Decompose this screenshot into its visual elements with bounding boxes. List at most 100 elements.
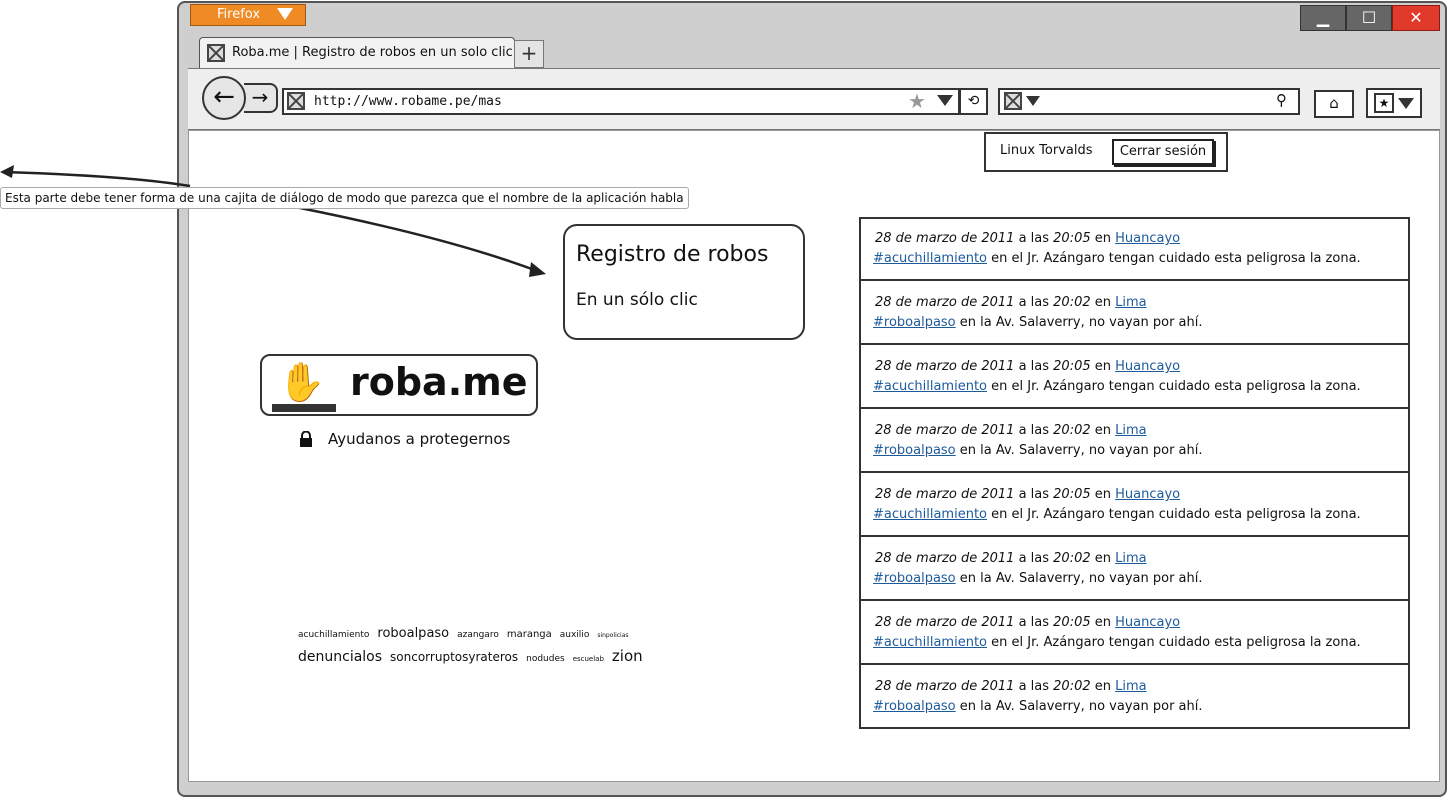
feed-item-time: 20:05	[1053, 487, 1091, 502]
feed-item: 28 de marzo de 2011 a las 20:02 en Lima #…	[861, 667, 1408, 729]
feed-item-sep: a las	[1018, 615, 1050, 630]
feed-item: 28 de marzo de 2011 a las 20:02 en Lima #…	[861, 411, 1408, 473]
home-button[interactable]: ⌂	[1314, 90, 1354, 118]
feed-item-text: en la Av. Salaverry, no vayan por ahí.	[959, 571, 1203, 586]
feed-item-place-link[interactable]: Lima	[1115, 551, 1146, 566]
feed-item-text: en la Av. Salaverry, no vayan por ahí.	[959, 315, 1203, 330]
app-tagline: Ayudanos a protegernos	[328, 430, 511, 448]
feed-item-date: 28 de marzo de 2011	[875, 359, 1015, 374]
feed-item-place-link[interactable]: Lima	[1115, 679, 1146, 694]
feed-item-tag-link[interactable]: #acuchillamiento	[873, 635, 987, 650]
tag-cloud-item[interactable]: maranga	[507, 625, 552, 645]
logo-base-bar	[272, 404, 336, 412]
logout-button[interactable]: Cerrar sesión	[1112, 139, 1214, 165]
feed-item-place-link[interactable]: Lima	[1115, 295, 1146, 310]
feed-item-meta: 28 de marzo de 2011 a las 20:02 en Lima	[875, 423, 1147, 438]
dropdown-arrow-icon	[277, 8, 293, 20]
incident-feed: 28 de marzo de 2011 a las 20:05 en Huanc…	[859, 217, 1410, 729]
feed-item-sep: a las	[1018, 551, 1050, 566]
feed-item-tag-link[interactable]: #acuchillamiento	[873, 251, 987, 266]
feed-item-date: 28 de marzo de 2011	[875, 615, 1015, 630]
feed-item: 28 de marzo de 2011 a las 20:05 en Huanc…	[861, 219, 1408, 281]
feed-item-sep: a las	[1018, 359, 1050, 374]
app-name: roba.me	[350, 360, 528, 404]
tag-cloud-item[interactable]: denuncialos	[298, 647, 382, 667]
feed-item-text: en la Av. Salaverry, no vayan por ahí.	[959, 443, 1203, 458]
feed-item: 28 de marzo de 2011 a las 20:05 en Huanc…	[861, 603, 1408, 665]
feed-item-meta: 28 de marzo de 2011 a las 20:05 en Huanc…	[875, 231, 1180, 246]
feed-item-tag-link[interactable]: #roboalpaso	[873, 443, 956, 458]
tag-cloud-item[interactable]: acuchillamiento	[298, 625, 369, 645]
feed-item-place-link[interactable]: Huancayo	[1115, 359, 1180, 374]
bookmark-star-icon[interactable]: ★	[908, 89, 926, 113]
tag-cloud-item[interactable]: escuelab	[573, 649, 604, 669]
feed-item-time: 20:02	[1053, 295, 1091, 310]
feed-item-meta: 28 de marzo de 2011 a las 20:02 en Lima	[875, 551, 1147, 566]
feed-item-place-link[interactable]: Huancayo	[1115, 487, 1180, 502]
feed-item-date: 28 de marzo de 2011	[875, 295, 1015, 310]
feed-item-tag-link[interactable]: #acuchillamiento	[873, 507, 987, 522]
history-dropdown-icon[interactable]	[937, 95, 953, 106]
back-button[interactable]: ←	[202, 76, 246, 120]
tag-cloud-item[interactable]: sinpolicias	[597, 626, 628, 646]
feed-item-meta: 28 de marzo de 2011 a las 20:05 en Huanc…	[875, 487, 1180, 502]
feed-item-tag-link[interactable]: #roboalpaso	[873, 571, 956, 586]
feed-item-body: #roboalpaso en la Av. Salaverry, no vaya…	[873, 571, 1203, 586]
close-window-button[interactable]: ✕	[1392, 5, 1440, 31]
feed-item-time: 20:05	[1053, 231, 1091, 246]
tag-cloud: acuchillamiento roboalpaso azangaro maranga…	[298, 622, 728, 669]
feed-item-sep: a las	[1018, 231, 1050, 246]
feed-item-time: 20:05	[1053, 359, 1091, 374]
tag-cloud-item[interactable]: auxilio	[560, 625, 590, 645]
feed-item-body: #acuchillamiento en el Jr. Azángaro teng…	[873, 635, 1361, 650]
feed-item-tag-link[interactable]: #roboalpaso	[873, 315, 956, 330]
new-tab-button[interactable]: +	[514, 40, 544, 68]
maximize-button[interactable]: ☐	[1346, 5, 1392, 31]
firefox-menu-button[interactable]: Firefox	[190, 4, 306, 26]
tag-cloud-item[interactable]: azangaro	[457, 625, 499, 645]
feed-item-sep: a las	[1018, 423, 1050, 438]
feed-item-text: en el Jr. Azángaro tengan cuidado esta p…	[991, 507, 1361, 522]
feed-item-place-link[interactable]: Huancayo	[1115, 615, 1180, 630]
reload-button[interactable]: ⟲	[960, 88, 988, 115]
feed-item-sep: a las	[1018, 679, 1050, 694]
feed-item-date: 28 de marzo de 2011	[875, 679, 1015, 694]
feed-item-body: #roboalpaso en la Av. Salaverry, no vaya…	[873, 315, 1203, 330]
feed-item-place-link[interactable]: Huancayo	[1115, 231, 1180, 246]
feed-item-place-link[interactable]: Lima	[1115, 423, 1146, 438]
feed-item-time: 20:02	[1053, 551, 1091, 566]
speech-title: Registro de robos	[576, 242, 769, 267]
feed-item-body: #acuchillamiento en el Jr. Azángaro teng…	[873, 251, 1361, 266]
feed-item-date: 28 de marzo de 2011	[875, 231, 1015, 246]
url-text: http://www.robame.pe/mas	[314, 94, 502, 109]
search-bar[interactable]	[998, 88, 1300, 115]
feed-item: 28 de marzo de 2011 a las 20:05 en Huanc…	[861, 475, 1408, 537]
search-icon[interactable]: ⚲	[1276, 91, 1287, 109]
tab-title: Roba.me | Registro de robos en un solo c…	[232, 45, 513, 60]
feed-item-meta: 28 de marzo de 2011 a las 20:02 en Lima	[875, 295, 1147, 310]
bookmarks-menu-button[interactable]: ★	[1366, 88, 1422, 118]
feed-item-tag-link[interactable]: #acuchillamiento	[873, 379, 987, 394]
feed-item-sep: a las	[1018, 487, 1050, 502]
search-engine-dropdown-icon[interactable]	[1026, 96, 1040, 106]
forward-button[interactable]: →	[244, 83, 278, 113]
tag-cloud-item[interactable]: nodudes	[526, 649, 565, 669]
feed-item-place-prefix: en	[1094, 615, 1112, 630]
hand-icon: ✋	[278, 360, 326, 404]
feed-item-date: 28 de marzo de 2011	[875, 551, 1015, 566]
lock-icon	[300, 431, 312, 447]
tag-cloud-item[interactable]: roboalpaso	[377, 624, 449, 644]
firefox-menu-label: Firefox	[217, 7, 261, 22]
annotation-note: Esta parte debe tener forma de una cajit…	[0, 187, 689, 209]
minimize-button[interactable]: ▁	[1300, 5, 1346, 31]
speech-subtitle: En un sólo clic	[576, 290, 698, 310]
feed-item-tag-link[interactable]: #roboalpaso	[873, 699, 956, 714]
tag-cloud-item[interactable]: zion	[612, 646, 643, 666]
tag-cloud-item[interactable]: soncorruptosyrateros	[390, 647, 518, 667]
feed-item-place-prefix: en	[1094, 295, 1112, 310]
feed-item-time: 20:02	[1053, 679, 1091, 694]
feed-item-meta: 28 de marzo de 2011 a las 20:05 en Huanc…	[875, 615, 1180, 630]
feed-item: 28 de marzo de 2011 a las 20:05 en Huanc…	[861, 347, 1408, 409]
annotation-arrow	[0, 165, 546, 277]
search-engine-icon[interactable]	[1004, 92, 1022, 110]
